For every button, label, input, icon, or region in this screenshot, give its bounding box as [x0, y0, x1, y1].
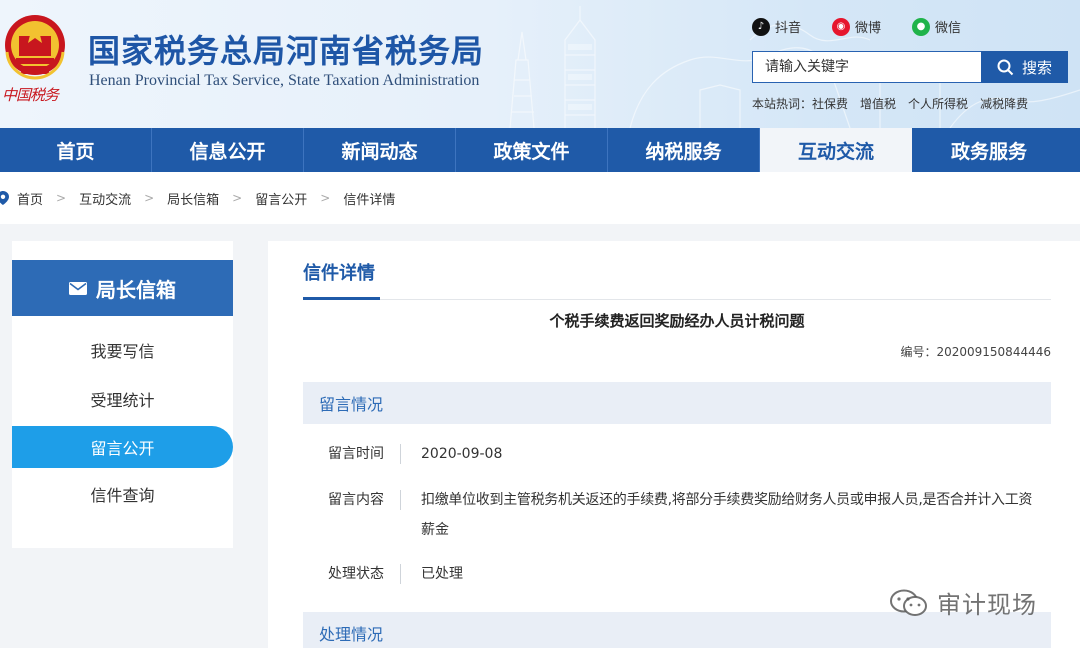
wechat-official-account-icon — [890, 589, 927, 616]
weibo-label: 微博 — [855, 21, 882, 36]
hotword-link[interactable]: 个人所得税 — [908, 95, 968, 112]
field-divider — [400, 490, 401, 510]
logo-caption: 中国税务 — [2, 86, 59, 104]
field-value: 2020-09-08 — [421, 446, 503, 462]
wechat-link[interactable]: ● 微信 — [912, 17, 961, 36]
breadcrumb: 首页 > 互动交流 > 局长信箱 > 留言公开 > 信件详情 — [0, 172, 1080, 224]
title-underline — [303, 297, 380, 300]
message-content-line-2: 薪金 — [421, 522, 449, 538]
tax-emblem-logo — [5, 15, 65, 80]
hot-keywords: 本站热词： 社保费 增值税 个人所得税 减税降费 — [752, 95, 1028, 112]
field-message-content: 留言内容 扣缴单位收到主管税务机关返还的手续费,将部分手续费奖励给财务人员或申报… — [303, 486, 1051, 544]
breadcrumb-current: 信件详情 — [343, 192, 396, 208]
weibo-icon: ◉ — [832, 17, 850, 36]
field-value: 扣缴单位收到主管税务机关返还的手续费,将部分手续费奖励给财务人员或申报人员,是否… — [421, 486, 1051, 544]
field-divider — [400, 444, 401, 464]
search-bar: 搜索 — [752, 51, 1068, 83]
sidebar-item-write-letter[interactable]: 我要写信 — [12, 329, 233, 371]
hotword-link[interactable]: 减税降费 — [980, 95, 1028, 112]
mail-icon — [69, 281, 87, 295]
sidebar-title: 局长信箱 — [12, 260, 233, 316]
breadcrumb-link[interactable]: 首页 — [17, 189, 43, 208]
search-button[interactable]: 搜索 — [981, 51, 1068, 83]
douyin-label: 抖音 — [775, 21, 802, 36]
breadcrumb-link[interactable]: 局长信箱 — [167, 189, 219, 208]
nav-item-gov-service[interactable]: 政务服务 — [912, 128, 1066, 172]
nav-item-tax-service[interactable]: 纳税服务 — [608, 128, 760, 172]
watermark-text: 审计现场 — [937, 591, 1037, 619]
sidebar-item-letter-query[interactable]: 信件查询 — [12, 473, 233, 515]
weibo-link[interactable]: ◉ 微博 — [832, 17, 881, 36]
watermark: 审计现场 — [889, 585, 1037, 620]
chevron-right-icon: > — [144, 191, 155, 205]
wechat-label: 微信 — [935, 21, 962, 36]
breadcrumb-link[interactable]: 互动交流 — [79, 189, 131, 208]
title-divider — [303, 299, 1051, 300]
letter-number-label: 编号： — [900, 345, 937, 359]
nav-item-policy[interactable]: 政策文件 — [456, 128, 608, 172]
search-input[interactable] — [752, 51, 981, 83]
nav-item-news[interactable]: 新闻动态 — [304, 128, 456, 172]
hotword-link[interactable]: 社保费 — [812, 95, 848, 112]
sidebar-title-label: 局长信箱 — [96, 277, 176, 302]
nav-item-interaction[interactable]: 互动交流 — [760, 128, 912, 172]
sidebar-item-public-messages[interactable]: 留言公开 — [12, 426, 233, 468]
field-value: 已处理 — [421, 566, 463, 582]
letter-title: 个税手续费返回奖励经办人员计税问题 — [549, 312, 805, 330]
nav-item-info-disclosure[interactable]: 信息公开 — [152, 128, 304, 172]
field-message-time: 留言时间 2020-09-08 — [303, 440, 1051, 468]
field-process-status: 处理状态 已处理 — [303, 560, 1051, 588]
field-label: 留言内容 — [328, 492, 384, 508]
page-title: 信件详情 — [303, 263, 375, 284]
page: 中国税务 国家税务总局河南省税务局 Henan Provincial Tax S… — [0, 0, 1080, 648]
main-nav: 首页 信息公开 新闻动态 政策文件 纳税服务 互动交流 政务服务 — [0, 128, 1080, 172]
message-section-header: 留言情况 — [303, 382, 1051, 424]
field-label: 处理状态 — [328, 566, 384, 582]
chevron-right-icon: > — [320, 191, 331, 205]
nav-item-home[interactable]: 首页 — [0, 128, 152, 172]
hotwords-label: 本站热词： — [752, 97, 813, 111]
chevron-right-icon: > — [232, 191, 243, 205]
message-content-line-1: 扣缴单位收到主管税务机关返还的手续费,将部分手续费奖励给财务人员或申报人员,是否… — [421, 492, 1033, 508]
breadcrumb-link[interactable]: 留言公开 — [255, 189, 307, 208]
douyin-icon: ♪ — [752, 17, 770, 36]
site-title: 国家税务总局河南省税务局 — [88, 32, 485, 70]
sidebar-item-statistics[interactable]: 受理统计 — [12, 378, 233, 420]
sidebar: 局长信箱 我要写信 受理统计 留言公开 信件查询 — [12, 241, 233, 548]
search-button-label: 搜索 — [1021, 58, 1052, 77]
wechat-icon: ● — [912, 17, 930, 36]
field-divider — [400, 564, 401, 584]
letter-number: 编号：202009150844446 — [900, 343, 1051, 360]
hotword-link[interactable]: 增值税 — [860, 95, 896, 112]
chevron-right-icon: > — [56, 191, 67, 205]
site-subtitle: Henan Provincial Tax Service, State Taxa… — [89, 72, 480, 89]
location-pin-icon — [0, 191, 9, 205]
douyin-link[interactable]: ♪ 抖音 — [752, 17, 801, 36]
field-label: 留言时间 — [328, 446, 384, 462]
site-header: 中国税务 国家税务总局河南省税务局 Henan Provincial Tax S… — [0, 0, 1080, 128]
letter-number-value: 202009150844446 — [936, 345, 1051, 359]
search-icon — [997, 59, 1014, 75]
